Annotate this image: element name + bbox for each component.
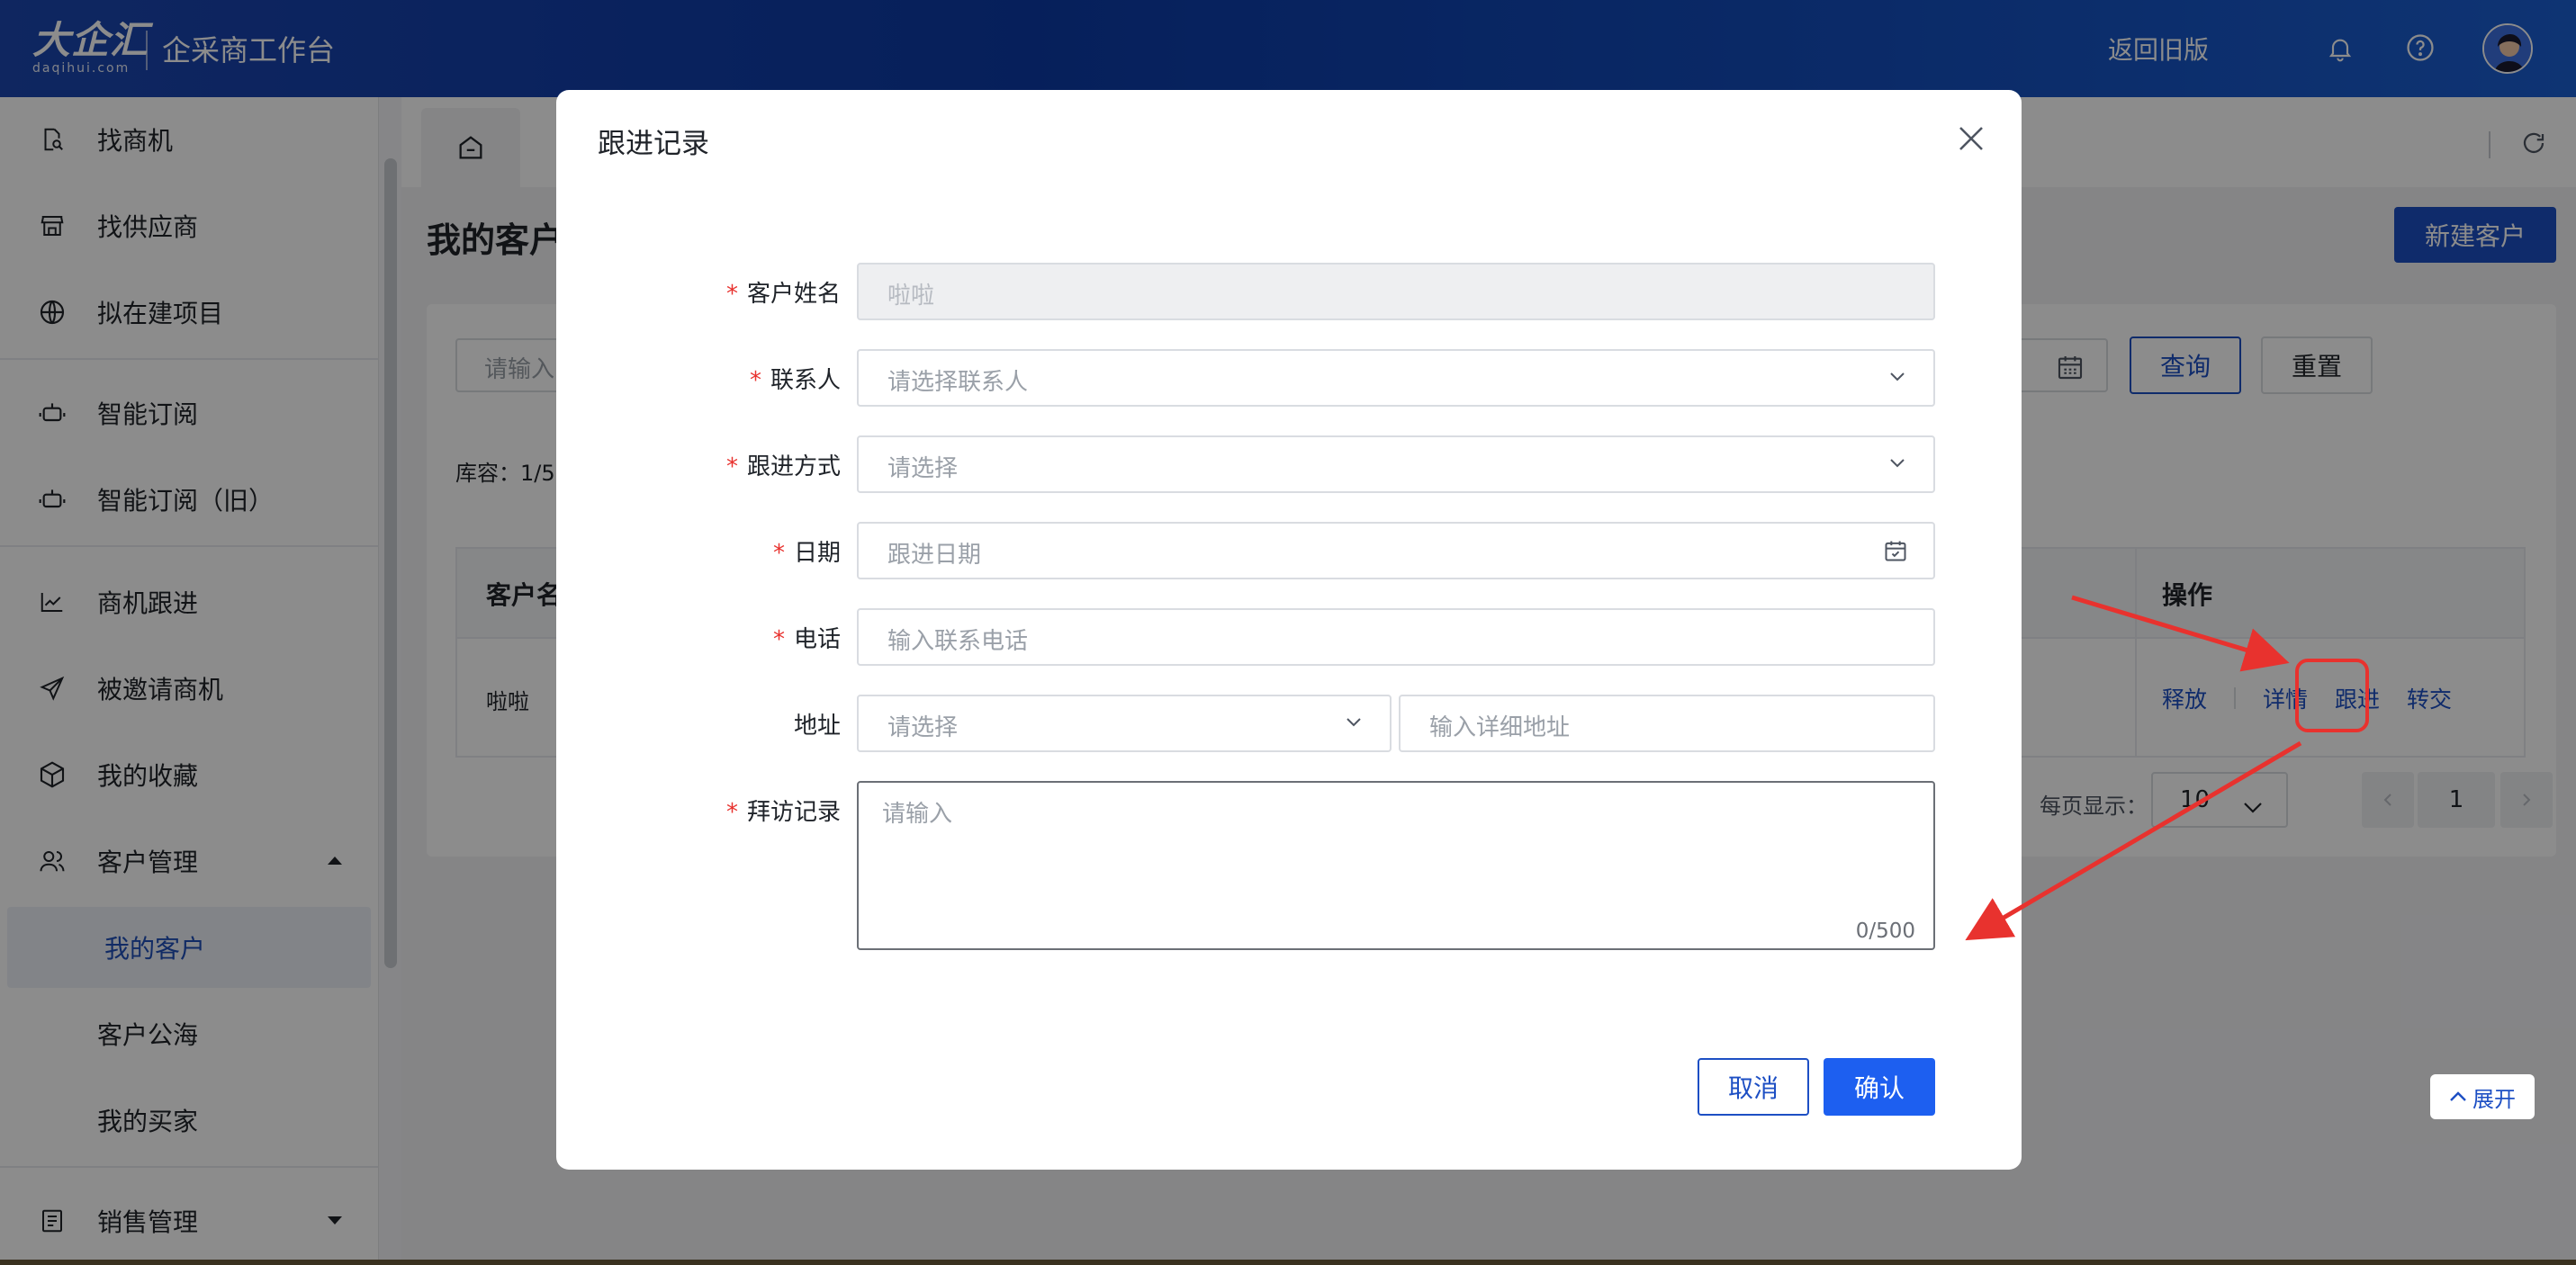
region-placeholder: 请选择 [887, 714, 959, 741]
contact-select[interactable]: 请选择联系人 [857, 349, 1935, 407]
modal-title: 跟进记录 [598, 128, 709, 160]
char-counter: 0/500 [1855, 920, 1915, 943]
contact-label: * 联系人 [749, 367, 841, 394]
address-label: 地址 [793, 713, 841, 740]
calendar-icon [1883, 538, 1908, 570]
chevron-down-icon [1887, 365, 1908, 393]
confirm-button[interactable]: 确认 [1824, 1058, 1935, 1116]
phone-input[interactable]: 输入联系电话 [857, 608, 1935, 666]
visit-record-label: * 拜访记录 [725, 799, 841, 826]
chevron-up-icon [2450, 1091, 2466, 1101]
close-icon[interactable] [1955, 122, 1987, 155]
contact-placeholder: 请选择联系人 [887, 369, 1029, 396]
expand-button[interactable]: 展开 [2430, 1074, 2535, 1119]
address-detail-input[interactable]: 输入详细地址 [1399, 695, 1935, 752]
followup-method-select[interactable]: 请选择 [857, 435, 1935, 493]
method-placeholder: 请选择 [887, 455, 959, 482]
followup-date-picker[interactable]: 跟进日期 [857, 522, 1935, 579]
expand-label: 展开 [2472, 1086, 2516, 1112]
visit-record-placeholder: 请输入 [882, 801, 953, 828]
chevron-down-icon [1887, 452, 1908, 480]
date-label: * 日期 [772, 540, 841, 567]
followup-method-label: * 跟进方式 [725, 453, 841, 480]
date-placeholder: 跟进日期 [887, 542, 982, 569]
cancel-button[interactable]: 取消 [1698, 1058, 1809, 1116]
customer-name-label: * 客户姓名 [725, 281, 841, 308]
highlight-box [2295, 659, 2369, 732]
chevron-down-icon [1343, 711, 1365, 739]
visit-record-textarea[interactable]: 请输入 0/500 [857, 781, 1935, 950]
customer-name-field: 啦啦 [857, 263, 1935, 320]
address-region-select[interactable]: 请选择 [857, 695, 1392, 752]
phone-label: * 电话 [772, 626, 841, 653]
